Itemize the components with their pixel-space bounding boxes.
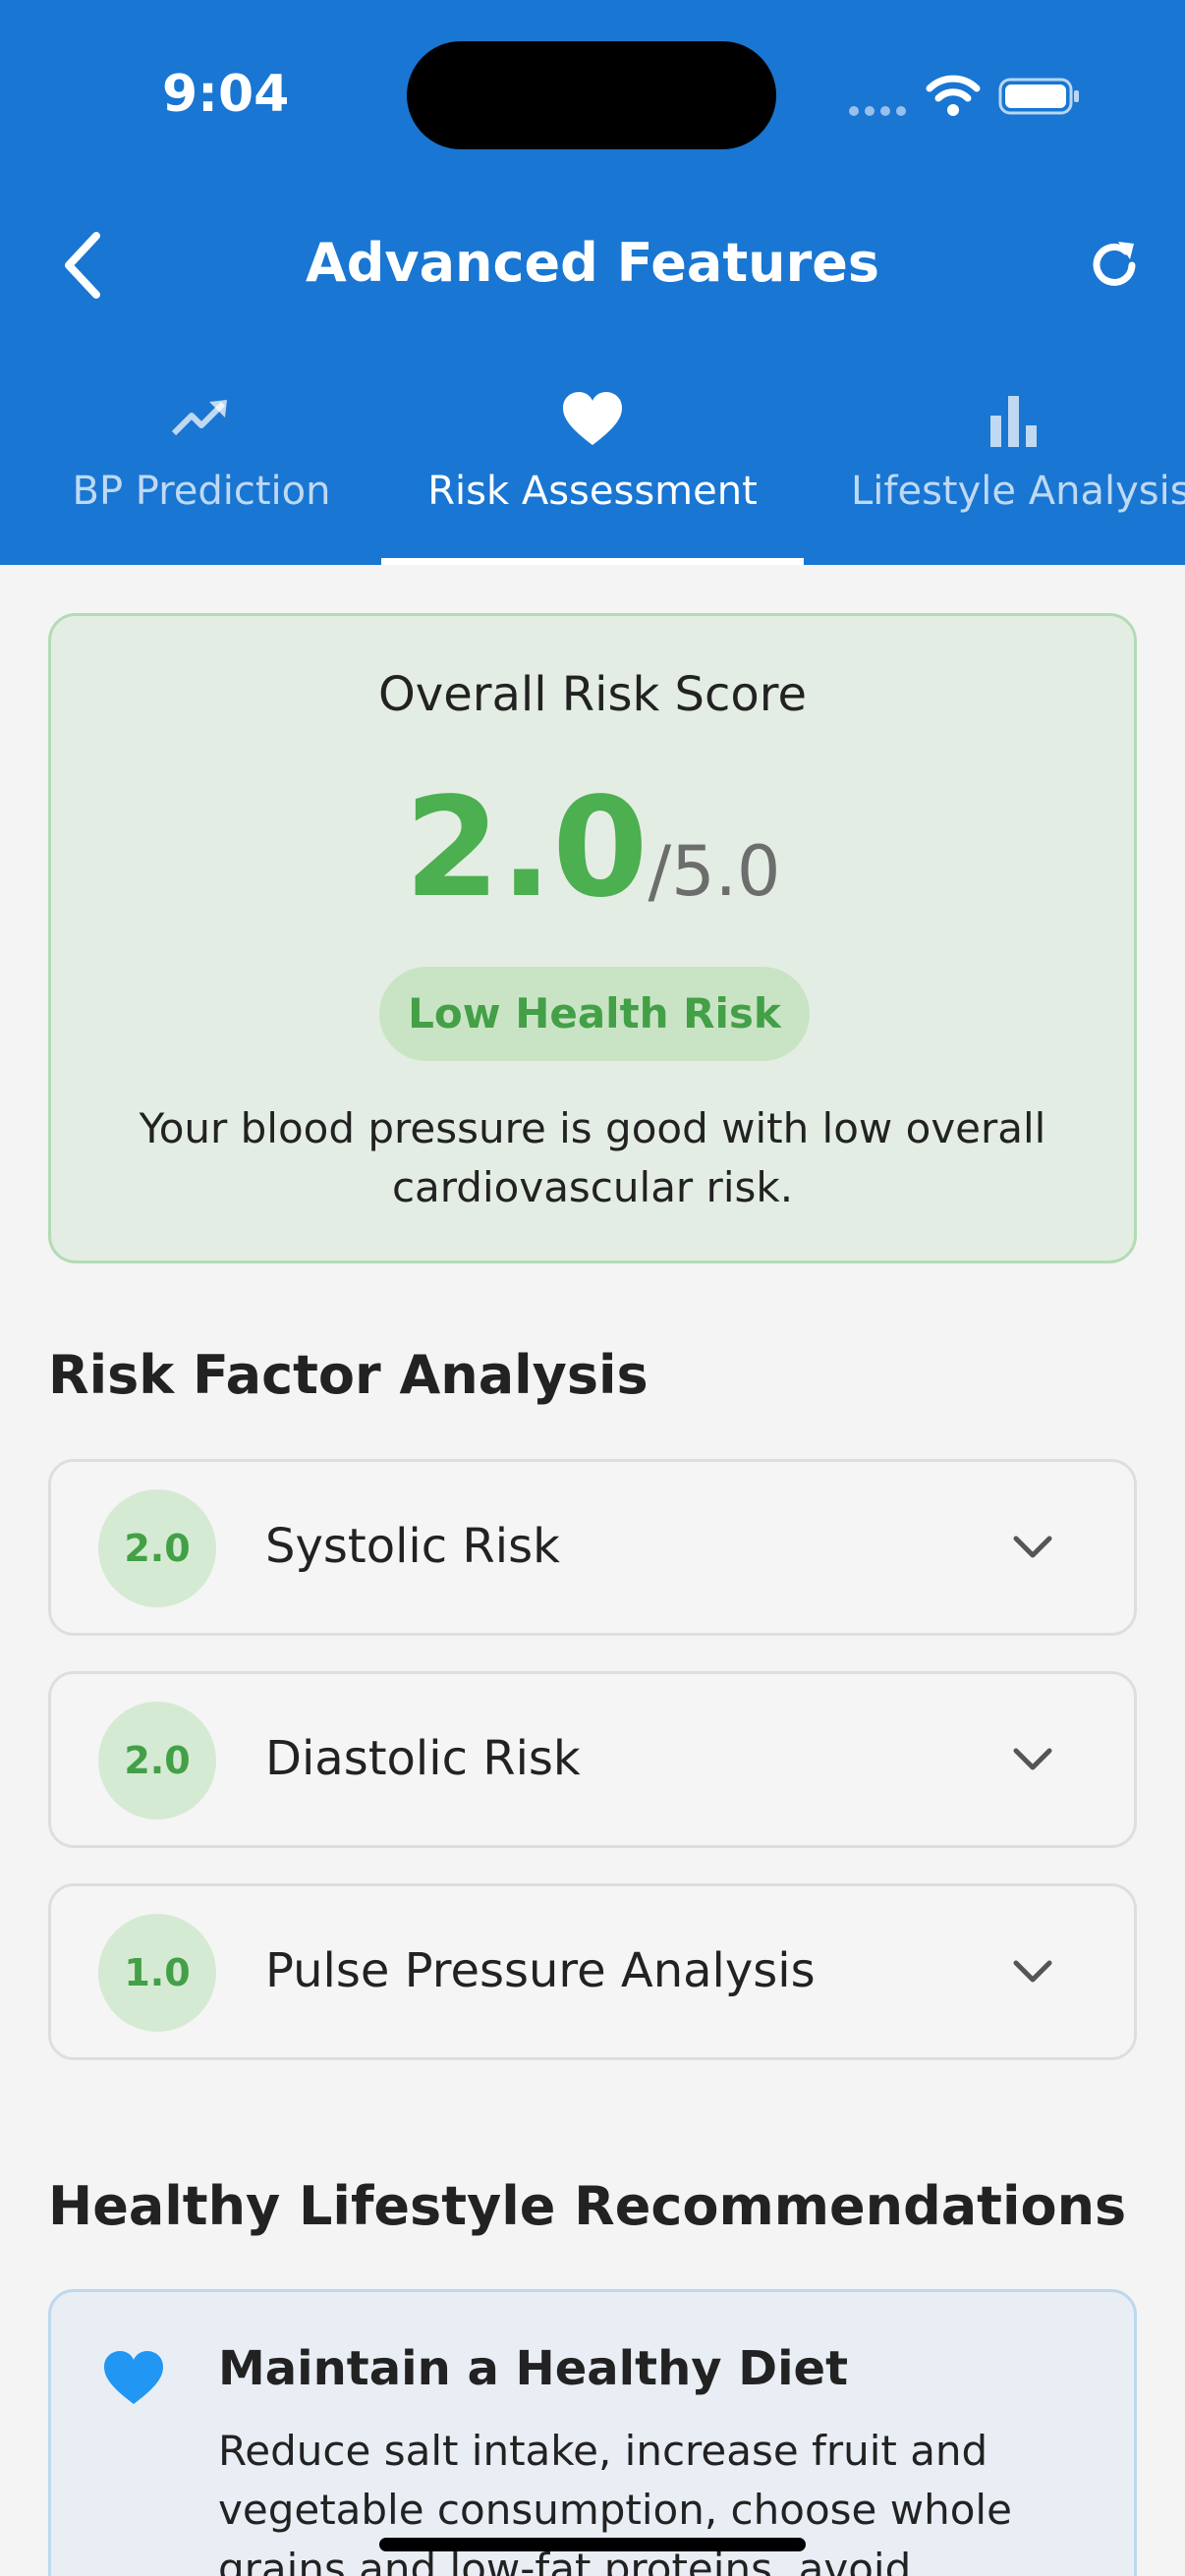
factor-score-badge: 2.0 <box>98 1489 216 1607</box>
recommendations-section-title: Healthy Lifestyle Recommendations <box>48 2175 1127 2237</box>
app-header: 9:04 Advanced Features BP Prediction Ris… <box>0 0 1185 565</box>
bar-chart-icon <box>990 396 1037 447</box>
risk-level-badge: Low Health Risk <box>379 967 810 1061</box>
tab-label: Risk Assessment <box>427 469 758 514</box>
factor-label: Diastolic Risk <box>265 1731 581 1786</box>
factor-label: Pulse Pressure Analysis <box>265 1943 816 1998</box>
overall-risk-score: 2.0/5.0 <box>51 768 1134 928</box>
factor-score-badge: 1.0 <box>98 1914 216 2032</box>
factor-label: Systolic Risk <box>265 1519 560 1574</box>
score-value: 2.0 <box>404 768 649 928</box>
chevron-down-icon[interactable] <box>1008 1735 1057 1784</box>
risk-factor-systolic[interactable]: 2.0 Systolic Risk <box>48 1459 1137 1636</box>
dynamic-island <box>407 41 776 149</box>
wifi-icon <box>926 75 981 116</box>
heart-icon <box>563 392 622 445</box>
risk-factor-diastolic[interactable]: 2.0 Diastolic Risk <box>48 1671 1137 1848</box>
trending-up-icon <box>171 400 227 436</box>
tab-label: Lifestyle Analysis <box>851 469 1185 514</box>
tab-bp-prediction[interactable]: BP Prediction <box>59 388 344 565</box>
overall-risk-card: Overall Risk Score 2.0/5.0 Low Health Ri… <box>48 613 1137 1263</box>
refresh-icon[interactable] <box>1085 236 1144 295</box>
home-indicator[interactable] <box>379 2538 806 2551</box>
tab-lifestyle-analysis[interactable]: Lifestyle Analysis <box>851 388 1185 565</box>
recommendation-card: Maintain a Healthy Diet Reduce salt inta… <box>48 2289 1137 2576</box>
status-time: 9:04 <box>162 65 290 124</box>
risk-factor-pulse-pressure[interactable]: 1.0 Pulse Pressure Analysis <box>48 1883 1137 2060</box>
recommendation-text: Reduce salt intake, increase fruit and v… <box>218 2427 1012 2576</box>
tab-risk-assessment[interactable]: Risk Assessment <box>411 388 774 565</box>
heart-icon <box>104 2351 163 2404</box>
risk-factor-section-title: Risk Factor Analysis <box>48 1344 649 1406</box>
overall-risk-title: Overall Risk Score <box>378 667 807 722</box>
active-tab-indicator <box>381 558 804 565</box>
recommendation-title: Maintain a Healthy Diet <box>218 2341 849 2396</box>
battery-icon <box>998 78 1079 115</box>
page-title: Advanced Features <box>305 232 880 294</box>
factor-score-badge: 2.0 <box>98 1702 216 1820</box>
risk-description: Your blood pressure is good with low ove… <box>139 1104 1046 1211</box>
cellular-signal-icon <box>849 101 912 120</box>
tab-label: BP Prediction <box>72 469 331 514</box>
chevron-down-icon[interactable] <box>1008 1947 1057 1996</box>
chevron-down-icon[interactable] <box>1008 1523 1057 1572</box>
score-max: /5.0 <box>648 831 781 912</box>
